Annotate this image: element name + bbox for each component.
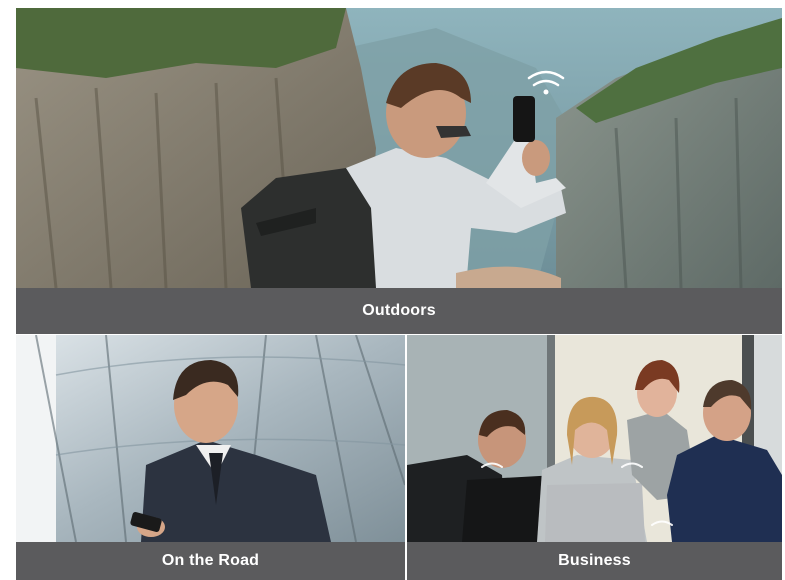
business-caption: Business — [407, 542, 782, 580]
usage-scenarios-grid: Outdoors On the Road Business — [0, 0, 785, 580]
on-the-road-caption: On the Road — [16, 542, 405, 580]
outdoors-caption: Outdoors — [16, 288, 782, 334]
business-photo — [407, 335, 782, 542]
on-the-road-photo — [16, 335, 405, 542]
business-tile: Business — [407, 335, 782, 580]
on-the-road-tile: On the Road — [16, 335, 405, 580]
outdoors-photo — [16, 8, 782, 288]
outdoors-tile: Outdoors — [16, 8, 782, 334]
